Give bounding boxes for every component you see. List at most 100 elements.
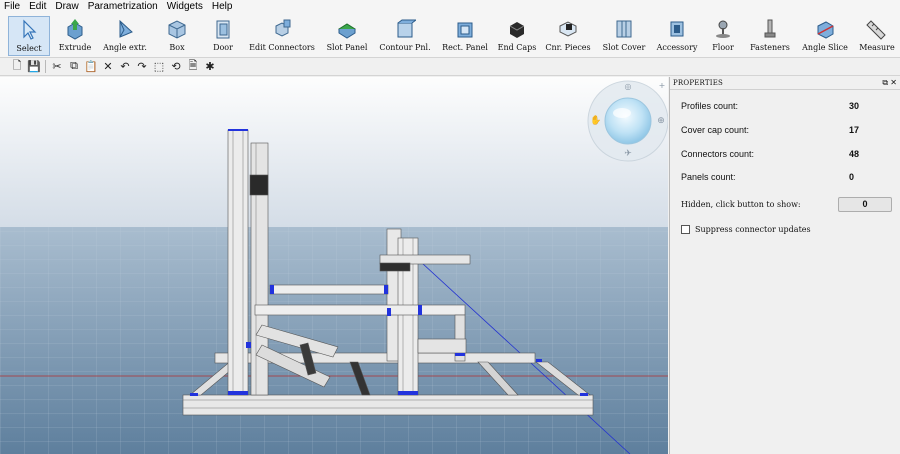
measure-label: Measure [859,43,895,52]
sky-background [0,77,668,227]
hidden-items-row: Hidden, click button to show: 0 [681,196,893,213]
panels-count-row: Panels count: 0 [681,170,893,184]
accessory-button[interactable]: Accessory [655,16,699,56]
paste-icon[interactable]: 📋 [84,60,98,74]
rotate-icon[interactable]: ⟲ [169,60,183,74]
3d-viewport[interactable]: ◎ ✋ ⊕ ✈ + [0,77,668,454]
slot-panel-icon [338,23,356,39]
extrude-profile-icon [67,19,83,40]
close-icon[interactable]: ✕ [890,78,897,87]
slot-panel-label: Slot Panel [326,43,368,52]
navigation-cube-widget[interactable]: ◎ ✋ ⊕ ✈ + [587,80,668,162]
contour-panel-button[interactable]: Contour Pnl. [377,16,433,56]
select-button[interactable]: Select [8,16,50,56]
measure-button[interactable]: Measure [857,16,897,56]
contour-panel-icon [397,19,416,38]
angle-extrude-button[interactable]: Angle extr. [98,16,152,56]
hidden-items-label: Hidden, click button to show: [681,200,801,209]
properties-header: PROPERTIES ⧉ ✕ [670,77,900,90]
save-icon[interactable]: 💾 [27,60,41,74]
box-icon [168,20,186,39]
corner-pieces-button[interactable]: Cnr. Pieces [542,16,594,56]
panels-count-label: Panels count: [681,172,736,182]
delete-icon[interactable]: ✕ [101,60,115,74]
rect-panel-label: Rect. Panel [442,43,488,52]
quick-toolbar: 🗋 💾 ✂ ⧉ 📋 ✕ ↶ ↷ ⬚ ⟲ 🗎 ✱ [0,58,900,76]
fly-icon[interactable]: ✈ [624,149,632,159]
edit-connectors-button[interactable]: Edit Connectors [248,16,316,56]
menu-draw[interactable]: Draw [51,0,83,14]
edit-connectors-label: Edit Connectors [249,43,315,52]
suppress-label: Suppress connector updates [695,225,811,234]
connectors-count-row: Connectors count: 48 [681,147,893,161]
end-caps-label: End Caps [497,43,537,52]
profiles-count-row: Profiles count: 30 [681,99,893,113]
menu-bar: File Edit Draw Parametrization Widgets H… [0,0,900,14]
scene-canvas[interactable]: ◎ ✋ ⊕ ✈ + [0,77,668,454]
rect-panel-icon [457,22,473,38]
angle-extrude-icon [119,19,133,38]
rect-panel-button[interactable]: Rect. Panel [440,16,490,56]
suppress-checkbox[interactable] [681,225,690,234]
camera-icon[interactable]: ◎ [625,82,632,91]
bug-icon[interactable]: ✱ [203,60,217,74]
menu-file[interactable]: File [0,0,25,14]
door-label: Door [213,43,233,52]
undo-icon[interactable]: ↶ [118,60,132,74]
connectors-count-label: Connectors count: [681,149,755,159]
door-button[interactable]: Door [206,16,240,56]
edit-connectors-icon [275,19,291,37]
ground-grid [0,227,668,454]
angle-slice-label: Angle Slice [802,43,848,52]
panel-controls: ⧉ ✕ [882,78,897,88]
profiles-count-label: Profiles count: [681,101,739,111]
extrude-button[interactable]: Extrude [55,16,95,56]
slot-cover-button[interactable]: Slot Cover [601,16,647,56]
angle-extrude-label: Angle extr. [103,43,147,52]
pan-hand-icon[interactable]: ✋ [590,114,601,126]
zoom-icon[interactable]: ⊕ [657,116,665,126]
accessory-icon [670,21,684,37]
angle-slice-icon [817,21,834,39]
menu-widgets[interactable]: Widgets [163,0,208,14]
properties-panel: PROPERTIES ⧉ ✕ Profiles count: 30 Cover … [669,77,900,454]
end-caps-button[interactable]: End Caps [497,16,537,56]
floor-icon [716,20,730,38]
floor-button[interactable]: Floor [708,16,738,56]
cover-cap-count-value: 17 [849,125,860,135]
copy-icon[interactable]: ⧉ [67,60,81,74]
frame-select-icon[interactable]: ⬚ [152,60,166,74]
toolbar-separator [45,60,46,73]
redo-icon[interactable]: ↷ [135,60,149,74]
accessory-label: Accessory [656,43,698,52]
fasteners-icon [764,19,776,38]
floor-label: Floor [712,43,734,52]
slot-panel-button[interactable]: Slot Panel [323,16,371,56]
corner-pieces-label: Cnr. Pieces [545,43,591,52]
new-file-icon[interactable]: 🗋 [10,60,24,74]
extrude-label: Extrude [58,43,92,52]
contour-panel-label: Contour Pnl. [379,43,431,52]
menu-parametrization[interactable]: Parametrization [84,0,163,14]
panels-count-value: 0 [849,172,855,182]
fasteners-button[interactable]: Fasteners [748,16,792,56]
angle-slice-button[interactable]: Angle Slice [799,16,851,56]
corner-pieces-icon [559,21,577,37]
fasteners-label: Fasteners [750,43,790,52]
door-icon [216,20,230,39]
cut-icon[interactable]: ✂ [50,60,64,74]
connectors-count-value: 48 [849,149,860,159]
properties-title: PROPERTIES [673,79,724,87]
menu-edit[interactable]: Edit [25,0,51,14]
measure-icon [866,20,886,40]
show-hidden-button[interactable]: 0 [838,197,892,212]
profiles-count-value: 30 [849,101,860,111]
slot-cover-icon [616,20,632,38]
document-icon[interactable]: 🗎 [186,60,200,74]
end-caps-icon [509,22,525,38]
float-panel-icon[interactable]: ⧉ [882,78,888,87]
add-view-icon[interactable]: + [659,81,666,90]
box-button[interactable]: Box [160,16,194,56]
suppress-connector-updates-row[interactable]: Suppress connector updates [681,225,811,234]
menu-help[interactable]: Help [208,0,238,14]
